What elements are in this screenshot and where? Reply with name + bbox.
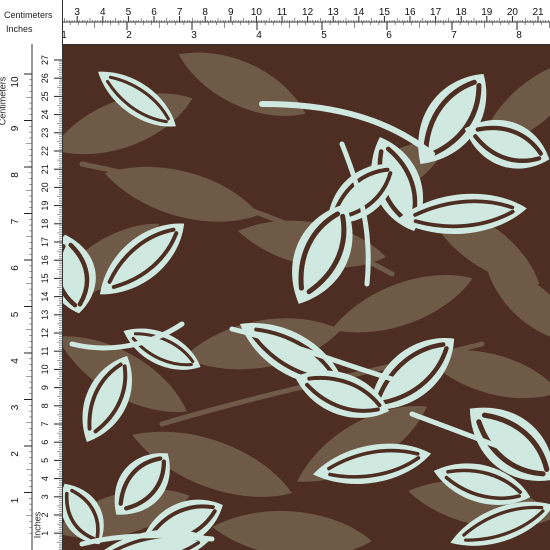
left-cm-label: 10 bbox=[40, 364, 50, 374]
left-cm-label: 3 bbox=[40, 494, 50, 499]
shadow-leaf bbox=[331, 275, 473, 333]
shadow-leaf bbox=[212, 511, 372, 550]
left-inch-label: 10 bbox=[10, 76, 21, 88]
left-inch-label: 4 bbox=[10, 358, 21, 364]
top-inch-label: 7 bbox=[451, 30, 457, 41]
left-cm-label: 9 bbox=[40, 385, 50, 390]
inches-label: Inches bbox=[6, 24, 33, 34]
left-inch-label: 1 bbox=[10, 497, 21, 503]
inches-vertical-label: Inches bbox=[32, 511, 43, 539]
left-cm-label: 6 bbox=[40, 440, 50, 445]
left-cm-label: 15 bbox=[40, 273, 50, 283]
left-cm-label: 19 bbox=[40, 201, 50, 211]
left-ruler: 27 26 25 24 23 22 21 20 19 18 17 16 15 14 13 12 11 10 9 8 7 6… bbox=[0, 0, 63, 550]
fabric-print bbox=[62, 44, 550, 550]
left-cm-label: 17 bbox=[40, 237, 50, 247]
left-cm-label: 18 bbox=[40, 219, 50, 229]
top-ruler-ticks: 1234567891011121314151617181920211234567… bbox=[0, 7, 550, 41]
left-inch-label: 6 bbox=[10, 265, 21, 271]
left-cm-label: 26 bbox=[40, 73, 50, 83]
left-cm-label: 16 bbox=[40, 255, 50, 265]
left-inch-label: 7 bbox=[10, 218, 21, 224]
centimeters-label: Centimeters bbox=[4, 10, 53, 20]
left-cm-label: 12 bbox=[40, 328, 50, 338]
left-ruler-ticks: 2726252423222120191817161514131211109876… bbox=[10, 44, 62, 550]
left-cm-label: 24 bbox=[40, 110, 50, 120]
top-inch-label: 8 bbox=[516, 30, 522, 41]
left-cm-label: 23 bbox=[40, 128, 50, 138]
left-cm-label: 13 bbox=[40, 310, 50, 320]
left-inch-label: 2 bbox=[10, 451, 21, 457]
ruler-corner: Centimeters Inches bbox=[0, 0, 62, 44]
left-cm-label: 5 bbox=[40, 458, 50, 463]
left-cm-label: 7 bbox=[40, 421, 50, 426]
left-cm-label: 11 bbox=[40, 347, 50, 356]
left-cm-label: 4 bbox=[40, 476, 50, 481]
left-inch-label: 9 bbox=[10, 125, 21, 131]
left-cm-label: 8 bbox=[40, 403, 50, 408]
left-cm-label: 20 bbox=[40, 182, 50, 192]
top-inch-label: 6 bbox=[386, 30, 392, 41]
leaf-pattern bbox=[62, 52, 550, 550]
left-cm-label: 14 bbox=[40, 292, 50, 302]
centimeters-vertical-label: Centimeters bbox=[0, 76, 8, 126]
left-cm-label: 25 bbox=[40, 91, 50, 101]
top-inch-label: 3 bbox=[191, 30, 197, 41]
left-inch-label: 5 bbox=[10, 311, 21, 317]
left-cm-label: 27 bbox=[40, 55, 50, 65]
top-inch-label: 2 bbox=[126, 30, 132, 41]
fabric-swatch-image: 1234567891011121314151617181920211234567… bbox=[0, 0, 550, 550]
top-inch-label: 4 bbox=[256, 30, 262, 41]
left-inch-label: 3 bbox=[10, 404, 21, 410]
left-cm-label: 21 bbox=[40, 164, 50, 174]
top-ruler: 1234567891011121314151617181920211234567… bbox=[0, 0, 550, 45]
top-inch-label: 5 bbox=[321, 30, 327, 41]
shadow-leaf bbox=[178, 52, 306, 116]
left-cm-label: 22 bbox=[40, 146, 50, 156]
left-inch-label: 8 bbox=[10, 172, 21, 178]
